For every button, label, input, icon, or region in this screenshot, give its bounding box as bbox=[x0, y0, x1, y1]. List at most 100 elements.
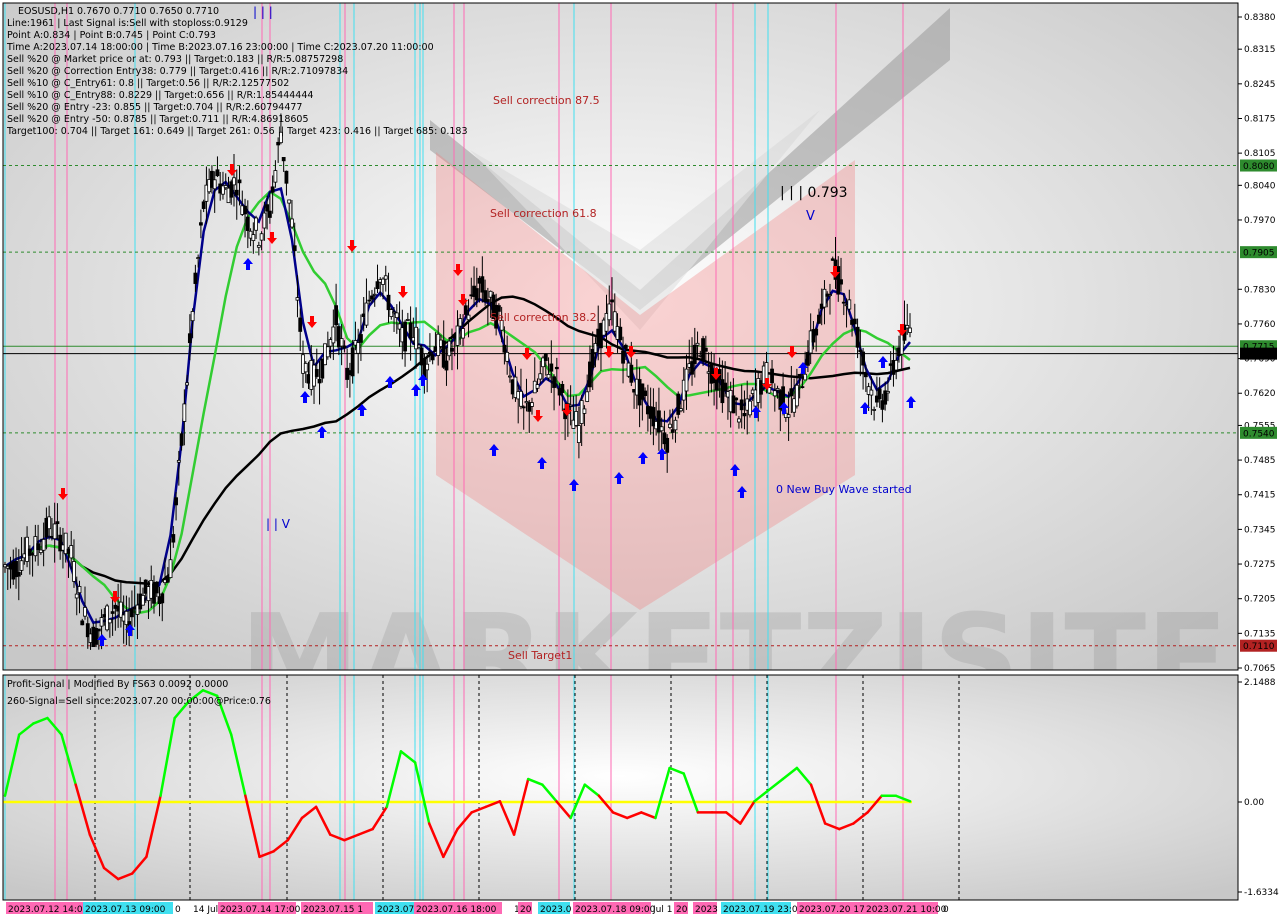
price-tick-label: 0.7135 bbox=[1244, 629, 1276, 639]
candle-body bbox=[187, 333, 192, 344]
candle-body bbox=[267, 210, 272, 218]
price-tick-label: 0.7345 bbox=[1244, 525, 1276, 535]
candle-body bbox=[405, 319, 410, 321]
candle-body bbox=[480, 276, 485, 293]
buy-wave-label: 0 New Buy Wave started bbox=[776, 483, 912, 496]
time-label: 2023.07.21 10:00 bbox=[866, 905, 947, 915]
candle-body bbox=[814, 328, 819, 336]
candle-body bbox=[869, 389, 874, 396]
candle-body bbox=[262, 212, 267, 229]
candle-body bbox=[41, 539, 46, 551]
chart-canvas[interactable]: MARKETZISITE Sell correction 87.5 Sell c… bbox=[0, 0, 1280, 920]
candle-body bbox=[679, 408, 683, 412]
price-tick-label: 0.7830 bbox=[1244, 285, 1276, 295]
candle-body bbox=[303, 362, 308, 373]
candle-body bbox=[317, 378, 322, 384]
candle-body bbox=[110, 611, 115, 614]
info-line: Sell %20 @ Market price or at: 0.793 || … bbox=[7, 54, 343, 65]
time-label: 2023.07.14 17:00 bbox=[220, 905, 301, 915]
candle-body bbox=[223, 185, 228, 189]
candle-body bbox=[416, 344, 421, 348]
candle-body bbox=[797, 373, 802, 379]
candle-body bbox=[668, 423, 672, 428]
candle-body bbox=[530, 402, 534, 407]
candle-body bbox=[201, 201, 206, 209]
candle-body bbox=[552, 376, 556, 388]
trading-chart-window: MARKETZISITE Sell correction 87.5 Sell c… bbox=[0, 0, 1280, 920]
candle-body bbox=[585, 391, 590, 402]
candle-body bbox=[607, 303, 612, 321]
candle-body bbox=[234, 189, 239, 196]
info-line: Time A:2023.07.14 18:00:00 | Time B:2023… bbox=[6, 42, 434, 53]
price-tick-label: 0.7485 bbox=[1244, 456, 1276, 466]
price-tick-label: 0.8380 bbox=[1244, 13, 1276, 23]
time-label: 0 bbox=[943, 905, 949, 915]
point-c-label: | | | 0.793 bbox=[780, 185, 848, 201]
candle-body bbox=[16, 572, 21, 577]
candle-body bbox=[273, 170, 278, 183]
candle-body bbox=[629, 364, 634, 383]
candle-body bbox=[623, 344, 628, 349]
candle-body bbox=[858, 349, 863, 353]
candle-body bbox=[886, 391, 890, 394]
candle-body bbox=[852, 318, 857, 325]
time-label: 0 bbox=[175, 905, 181, 915]
candle-body bbox=[772, 390, 777, 397]
oscillator-tick-label: 2.1488 bbox=[1244, 678, 1276, 688]
candle-body bbox=[543, 353, 548, 361]
candle-body bbox=[83, 607, 87, 617]
candle-body bbox=[450, 347, 454, 352]
candle-body bbox=[894, 359, 899, 371]
info-line: Point A:0.834 | Point B:0.745 | Point C:… bbox=[7, 30, 216, 41]
candle-body bbox=[245, 216, 250, 231]
candle-body bbox=[265, 204, 270, 212]
point-b-label: | | V bbox=[266, 517, 291, 531]
candle-body bbox=[430, 354, 435, 361]
candle-body bbox=[463, 305, 468, 315]
price-tick-label: 0.7275 bbox=[1244, 560, 1276, 570]
sell-correction-875-label: Sell correction 87.5 bbox=[493, 94, 600, 107]
price-tick-label: 0.7205 bbox=[1244, 595, 1276, 605]
candle-body bbox=[331, 326, 336, 344]
candle-body bbox=[107, 618, 112, 624]
price-tick-label: 0.7065 bbox=[1244, 664, 1276, 674]
price-badge-label: 0.8080 bbox=[1243, 162, 1275, 172]
oscillator-tick-label: 0.00 bbox=[1244, 798, 1264, 808]
price-badge-label: 0.7540 bbox=[1243, 429, 1275, 439]
candle-body bbox=[179, 433, 184, 446]
candle-body bbox=[908, 327, 912, 333]
candle-body bbox=[872, 409, 877, 411]
candle-body bbox=[105, 605, 109, 631]
candle-body bbox=[502, 344, 507, 353]
info-line: Target100: 0.704 || Target 161: 0.649 ||… bbox=[6, 126, 468, 137]
oscillator-title: Profit-Signal | Modified By FS63 0.0092 … bbox=[7, 679, 228, 690]
candle-body bbox=[185, 382, 190, 386]
candle-body bbox=[19, 560, 24, 571]
candle-body bbox=[461, 328, 465, 339]
candle-body bbox=[394, 312, 399, 319]
candle-body bbox=[254, 217, 258, 231]
candle-body bbox=[339, 338, 344, 347]
price-badge-label: 0.7110 bbox=[1243, 642, 1275, 652]
candle-body bbox=[734, 397, 739, 401]
oscillator-panel-bg bbox=[3, 675, 1238, 900]
candle-body bbox=[803, 373, 808, 381]
candle-body bbox=[568, 404, 573, 407]
oscillator-tick-label: -1.6334 bbox=[1244, 888, 1279, 898]
candle-body bbox=[582, 408, 587, 414]
candle-body bbox=[828, 294, 832, 296]
point-a-marker: | | | bbox=[253, 5, 273, 19]
candle-body bbox=[428, 351, 432, 354]
info-line: Line:1961 | Last Signal is:Sell with sto… bbox=[7, 18, 248, 29]
candle-body bbox=[359, 334, 363, 343]
candle-body bbox=[877, 388, 882, 400]
time-axis: 2023.07.12 14:002023.07.13 09:00 0 14 Jul 2… bbox=[6, 902, 949, 915]
time-label: 2023.07.18 09:00 bbox=[575, 905, 656, 915]
candle-body bbox=[243, 205, 247, 215]
time-label: 2023.07.12 14:00 bbox=[8, 905, 89, 915]
candle-body bbox=[72, 561, 76, 582]
candle-body bbox=[444, 360, 449, 371]
candle-body bbox=[77, 586, 82, 594]
candle-body bbox=[560, 384, 565, 393]
candle-body bbox=[74, 593, 79, 599]
